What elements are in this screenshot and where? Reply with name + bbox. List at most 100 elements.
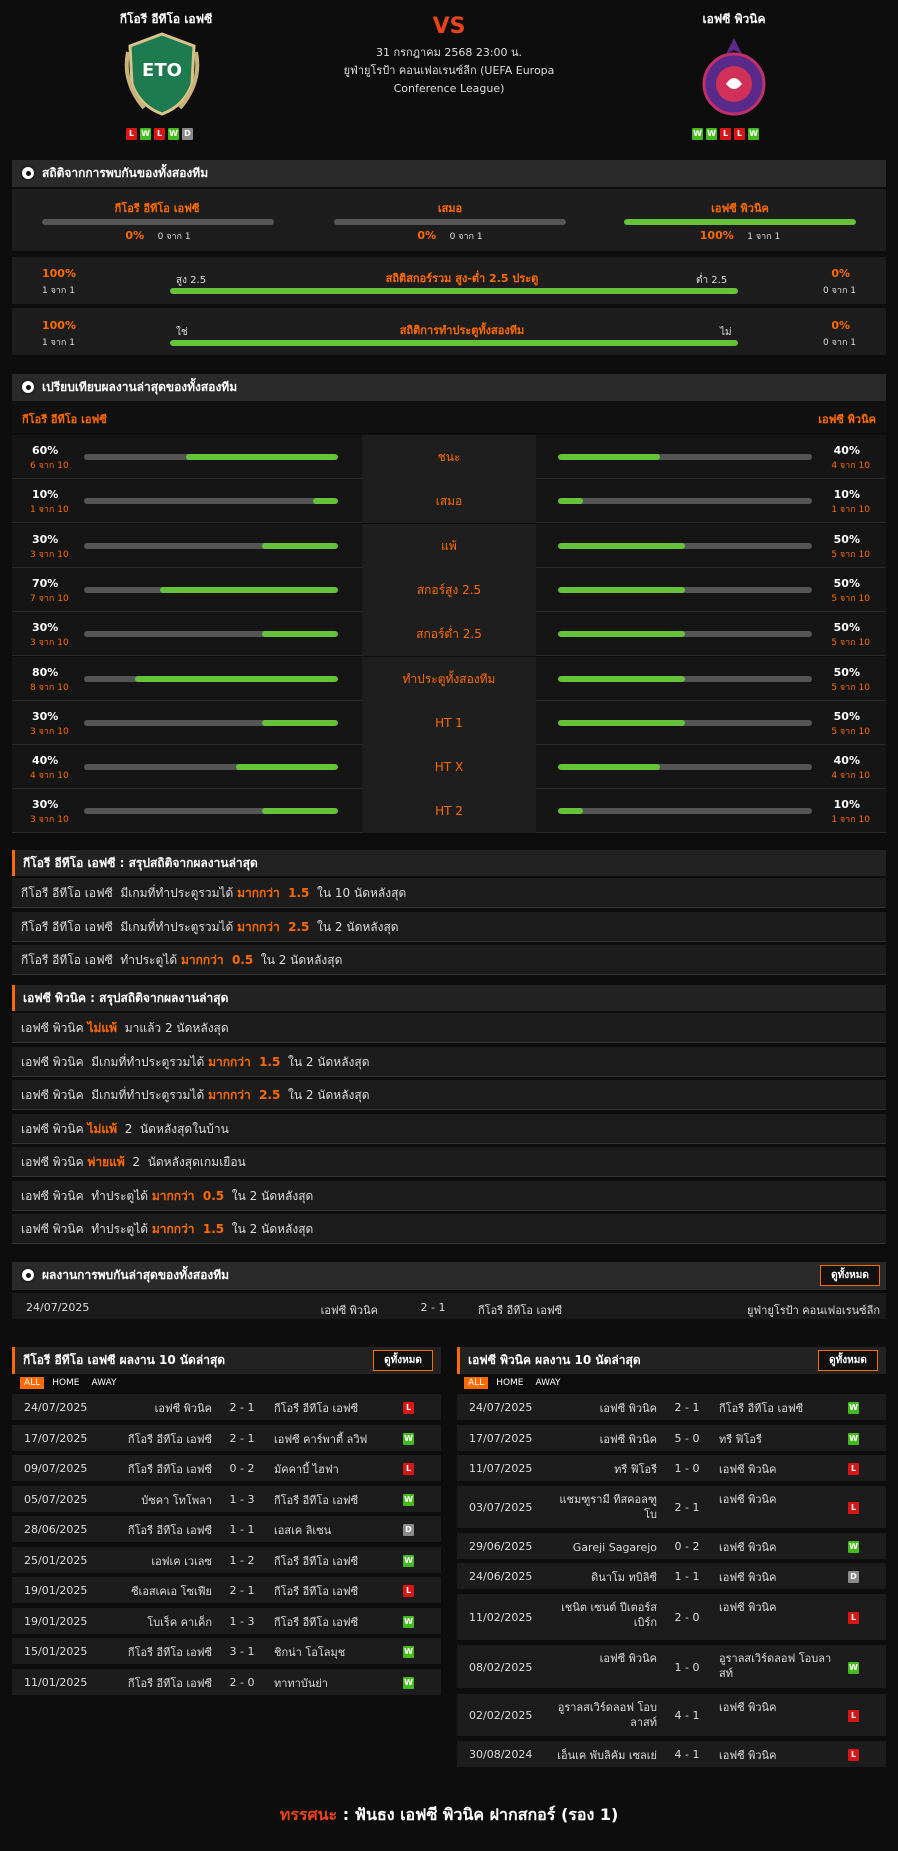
ou-right-label: ต่ำ 2.5	[696, 275, 728, 286]
away-team: กีโอรี อีทีโอ เอฟซี	[274, 1585, 359, 1598]
score: 4 - 1	[674, 1748, 700, 1761]
home-team: ดินาโม ทบิลิซี	[591, 1571, 657, 1584]
compare-label: HT X	[362, 745, 536, 790]
result-row[interactable]: 11/07/2025 ทรี ฟิโอรี 1 - 0 เอฟซี พิวนิค L	[457, 1455, 886, 1483]
form-badge: L	[734, 128, 745, 140]
soccer-ball-icon	[20, 165, 36, 181]
h2h-result-row[interactable]: 24/07/2025 เอฟซี พิวนิค 2 - 1 กีโอรี อีทีโอ…	[12, 1293, 886, 1321]
result-badge: L	[848, 1749, 859, 1761]
section-title: เอฟซี พิวนิค ผลงาน 10 นัดล่าสุด	[468, 1353, 641, 1367]
result-row[interactable]: 02/02/2025 อูราลสเวิร์ดลอฟ โอบลาสท์ 4 - 1 เ…	[457, 1694, 886, 1738]
tab-all[interactable]: ALL	[464, 1377, 489, 1389]
soccer-ball-icon	[20, 379, 36, 395]
result-row[interactable]: 17/07/2025 เอฟซี พิวนิค 5 - 0 ทรี ฟิโอรี W	[457, 1425, 886, 1453]
result-row[interactable]: 28/06/2025 กีโอรี อีทีโอ เอฟซี 1 - 1 เอสเค …	[12, 1516, 441, 1544]
home-summary-header: กีโอรี อีทีโอ เอฟซี : สรุปสถิติจากผลงานล…	[12, 850, 886, 876]
h2h-home-bar	[42, 219, 274, 225]
away-team: กีโอรี อีทีโอ เอฟซี	[478, 1304, 563, 1317]
result-badge: L	[848, 1710, 859, 1722]
result-row[interactable]: 05/07/2025 บัซคา โทโพลา 1 - 3 กีโอรี อีทีโอ…	[12, 1486, 441, 1514]
match-date: 17/07/2025	[24, 1432, 88, 1445]
score: 2 - 1	[420, 1301, 446, 1314]
result-row[interactable]: 15/01/2025 กีโอรี อีทีโอ เอฟซี 3 - 1 ชิกน่า…	[12, 1638, 441, 1666]
tab-away[interactable]: AWAY	[88, 1377, 121, 1389]
away-team: กีโอรี อีทีโอ เอฟซี	[274, 1402, 359, 1415]
score: 1 - 0	[674, 1660, 700, 1674]
over-under-box: 100% 1 จาก 1 สูง 2.5 สถิติสกอร์รวม สูง-ต…	[12, 257, 886, 304]
summary-text: ใน 2 นัดหลังสุด	[224, 1222, 314, 1236]
tab-home[interactable]: HOME	[48, 1377, 83, 1389]
home-bar	[84, 454, 338, 460]
score: 2 - 0	[229, 1676, 255, 1689]
tab-away[interactable]: AWAY	[532, 1377, 565, 1389]
summary-row: กีโอรี อีทีโอ เอฟซี มีเกมที่ทำประตูรวมได…	[12, 911, 886, 942]
home-last10-view-all-button[interactable]: ดูทั้งหมด	[373, 1350, 433, 1371]
ou-title: สถิติสกอร์รวม สูง-ต่ำ 2.5 ประตู	[385, 272, 539, 285]
away-team: เอฟซี พิวนิค	[719, 1601, 777, 1614]
btts-left-sub: 1 จาก 1	[42, 338, 75, 348]
tab-home[interactable]: HOME	[492, 1377, 527, 1389]
match-header: กีโอรี อีทีโอ เอฟซี ETO LWLWD VS 31 กรกฎ…	[0, 0, 898, 155]
summary-row: กีโอรี อีทีโอ เอฟซี ทำประตูได้ มากกว่า 0…	[12, 945, 886, 975]
match-date: 11/02/2025	[469, 1611, 533, 1624]
home-team-name[interactable]: กีโอรี อีทีโอ เอฟซี	[66, 10, 266, 29]
away-team: กีโอรี อีทีโอ เอฟซี	[274, 1555, 359, 1568]
result-row[interactable]: 17/07/2025 กีโอรี อีทีโอ เอฟซี 2 - 1 เอฟซี …	[12, 1425, 441, 1453]
away-last10-view-all-button[interactable]: ดูทั้งหมด	[818, 1350, 878, 1371]
result-row[interactable]: 19/01/2025 ซีเอสเคเอ โซเฟีย 2 - 1 กีโอรี อี…	[12, 1577, 441, 1605]
summary-highlight: มากกว่า 1.5	[151, 1222, 225, 1236]
tab-all[interactable]: ALL	[20, 1377, 45, 1389]
summary-text: เอฟซี พิวนิค มีเกมที่ทำประตูรวมได้	[21, 1088, 209, 1102]
btts-left-label: ใช่	[176, 327, 188, 338]
result-badge: L	[403, 1463, 414, 1475]
result-row[interactable]: 30/08/2024 เอ็นเค พับลิคัม เซลเย่ 4 - 1 เอฟ…	[457, 1741, 886, 1769]
compare-row: 30% 3 จาก 10 สกอร์ต่ำ 2.5 50% 5 จาก 10	[12, 612, 886, 657]
result-row[interactable]: 19/01/2025 โบเร็ค คาเค็ก 1 - 3 กีโอรี อีทีโ…	[12, 1608, 441, 1636]
btts-title: สถิติการทำประตูทั้งสองทีม	[399, 324, 525, 337]
result-row[interactable]: 25/01/2025 เอฟเค เวเลซ 1 - 2 กีโอรี อีทีโอ …	[12, 1547, 441, 1575]
result-row[interactable]: 11/01/2025 กีโอรี อีทีโอ เอฟซี 2 - 0 ทาทาบั…	[12, 1669, 441, 1697]
summary-highlight: พ่ายแพ้	[87, 1155, 125, 1169]
home-count: 7 จาก 10	[30, 593, 69, 604]
result-row[interactable]: 29/06/2025 Gareji Sagarejo 0 - 2 เอฟซี พิวน…	[457, 1533, 886, 1561]
match-date: 19/01/2025	[24, 1584, 88, 1597]
form-badge: W	[692, 128, 703, 140]
score: 3 - 1	[229, 1645, 255, 1658]
result-row[interactable]: 09/07/2025 กีโอรี อีทีโอ เอฟซี 0 - 2 มัคคาบ…	[12, 1455, 441, 1483]
match-date: 24/07/2025	[24, 1401, 88, 1414]
result-row[interactable]: 08/02/2025 เอฟซี พิวนิค 1 - 0 อูราลสเวิร์ดล…	[457, 1645, 886, 1690]
result-badge: W	[403, 1494, 414, 1506]
home-count: 3 จาก 10	[30, 638, 69, 649]
away-bar	[558, 586, 812, 593]
match-date: 02/02/2025	[469, 1709, 533, 1722]
away-summary-header: เอฟซี พิวนิค : สรุปสถิติจากผลงานล่าสุด	[12, 985, 886, 1011]
result-row[interactable]: 11/02/2025 เชนิต เซนต์ ปีเตอร์สเบิร์ก 2 - …	[457, 1594, 886, 1642]
summary-highlight: มากกว่า 0.5	[151, 1188, 225, 1203]
summary-row: เอฟซี พิวนิค ทำประตูได้ มากกว่า 1.5 ใน 2…	[12, 1214, 886, 1244]
result-row[interactable]: 24/07/2025 เอฟซี พิวนิค 2 - 1 กีโอรี อีทีโอ…	[12, 1394, 441, 1422]
score: 2 - 1	[674, 1501, 700, 1514]
h2h-away-bar	[624, 219, 856, 225]
match-date: 17/07/2025	[469, 1432, 533, 1445]
home-team: บัซคา โทโพลา	[141, 1494, 212, 1507]
summary-text: ใน 2 นัดหลังสุด	[280, 1054, 370, 1069]
result-badge: W	[848, 1661, 859, 1674]
result-row[interactable]: 24/06/2025 ดินาโม ทบิลิซี 1 - 1 เอฟซี พิวนิ…	[457, 1563, 886, 1591]
match-date: 24/06/2025	[469, 1570, 533, 1583]
match-date: 28/06/2025	[24, 1523, 88, 1536]
away-count: 5 จาก 10	[831, 682, 870, 693]
result-row[interactable]: 03/07/2025 แชมฑูรามี ทีสคอลฑูโบ 2 - 1 เอฟซี…	[457, 1486, 886, 1530]
away-team-name[interactable]: เอฟซี พิวนิค	[634, 10, 834, 29]
home-pct: 30%	[32, 621, 59, 635]
home-team: กีโอรี อีทีโอ เอฟซี	[127, 1677, 212, 1690]
score: 4 - 1	[674, 1709, 700, 1722]
h2h-draw-pct: 0%	[417, 229, 437, 242]
ou-left-pct: 100%	[42, 267, 76, 280]
home-pct: 40%	[32, 754, 59, 768]
away-bar	[558, 542, 812, 549]
away-count: 1 จาก 10	[831, 815, 870, 826]
result-row[interactable]: 24/07/2025 เอฟซี พิวนิค 2 - 1 กีโอรี อีทีโอ…	[457, 1394, 886, 1422]
compare-label: แพ้	[362, 523, 536, 568]
score: 2 - 1	[229, 1432, 255, 1445]
h2h-view-all-button[interactable]: ดูทั้งหมด	[820, 1265, 880, 1286]
